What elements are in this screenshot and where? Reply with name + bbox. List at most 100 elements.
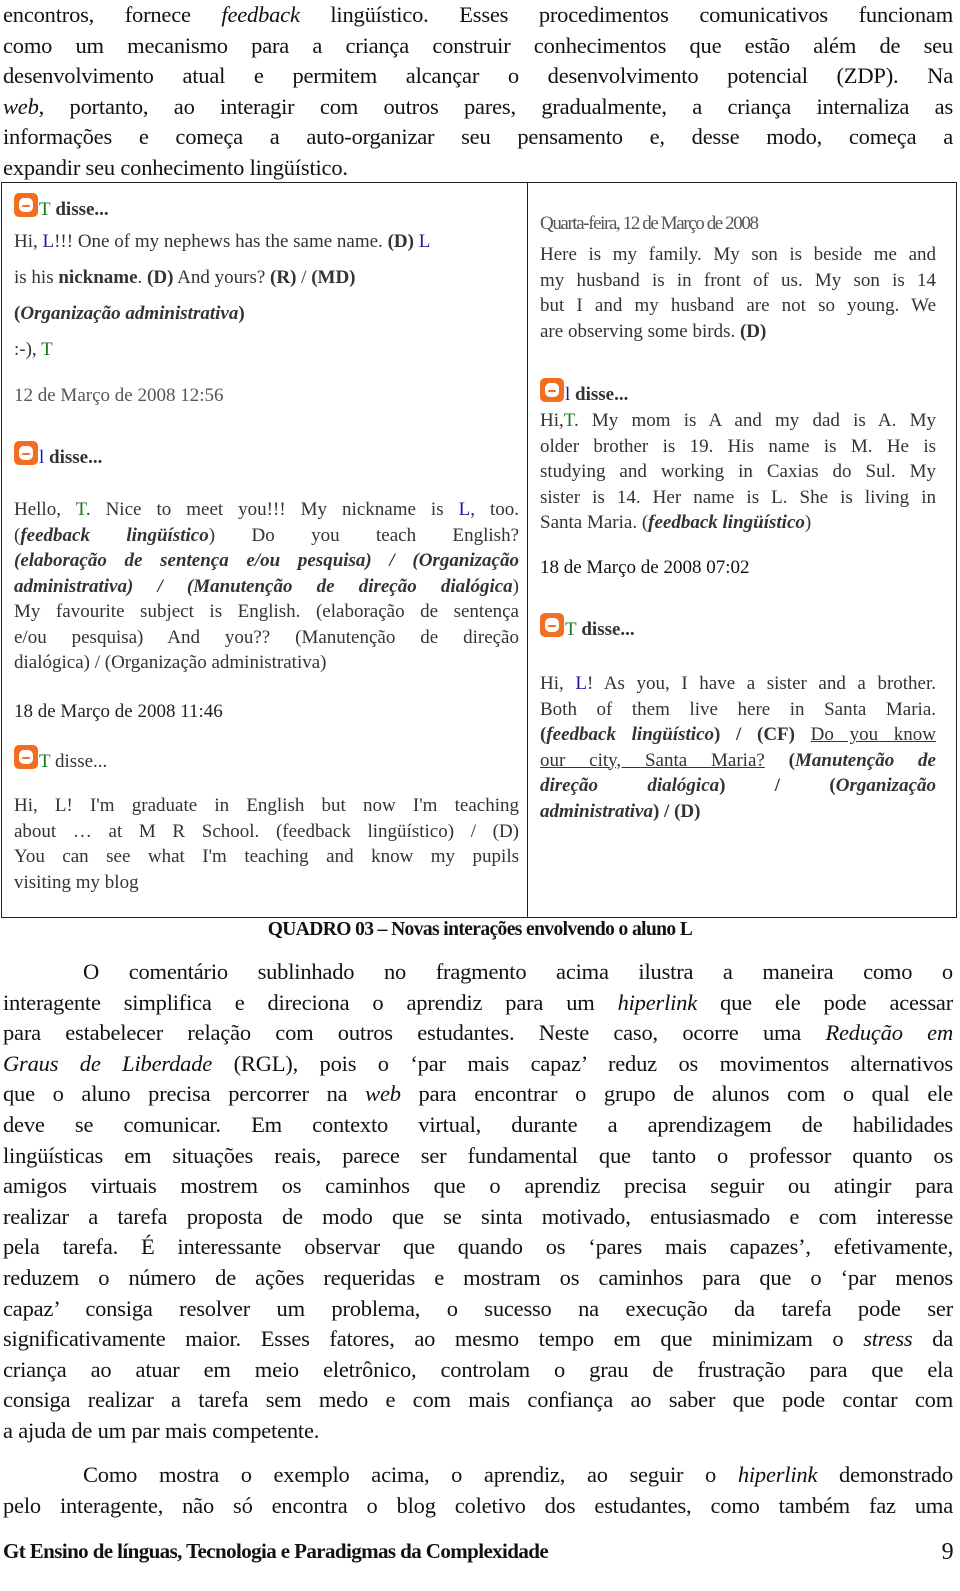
timestamp: 18 de Março de 2008 07:02 bbox=[540, 557, 750, 578]
code-tag: Manutenção de bbox=[794, 749, 936, 771]
comment-line: (feedback lingüístico) / (CF) Do you kno… bbox=[540, 724, 936, 745]
text-line: Como mostra o exemplo acima, o aprendiz,… bbox=[83, 1462, 954, 1487]
code-tag: direção dialógica bbox=[540, 775, 720, 796]
italic-term: web bbox=[365, 1081, 401, 1107]
italic-term: hiperlink bbox=[617, 989, 698, 1015]
underlined-question: our city, Santa Maria? bbox=[540, 749, 765, 771]
comment-line: studying and working in Caxias do Sul. M… bbox=[540, 461, 936, 482]
author-name[interactable]: T bbox=[565, 619, 577, 640]
code-tag: administrativa) / ( bbox=[14, 575, 194, 597]
code-tag: elaboração de sentença e/ou pesquisa) / … bbox=[20, 550, 519, 571]
comment-line: Santa Maria. (feedback lingüístico) bbox=[540, 510, 936, 536]
comment-t-1: T disse... Hi, L!!! One of my nephews ha… bbox=[14, 193, 519, 368]
comment-line: Hello, T. Nice to meet you!!! My nicknam… bbox=[14, 497, 519, 523]
post-line: my husband is in front of us. My son is … bbox=[540, 269, 936, 291]
comment-l-1: l disse... Hello, T. Nice to meet you!!!… bbox=[14, 441, 519, 676]
text-line: consiga realizar a tarefa sem medo e com… bbox=[3, 1387, 953, 1413]
comment-line: e/ou pesquisa) And you?? (Manutenção de … bbox=[14, 626, 519, 648]
italic-term: feedback bbox=[221, 2, 300, 27]
timestamp: 12 de Março de 2008 12:56 bbox=[14, 385, 224, 406]
italic-term: Graus de Liberdade bbox=[3, 1050, 213, 1076]
code-tag: Manutenção de direção dialógica bbox=[193, 575, 513, 597]
text: . bbox=[137, 267, 148, 288]
text: is his bbox=[14, 267, 59, 288]
text-line: deve se comunicar. Em contexto virtual, … bbox=[3, 1111, 953, 1137]
text-line: a ajuda de um par mais competente. bbox=[3, 1417, 320, 1443]
page-footer: Gt Ensino de línguas, Tecnologia e Parad… bbox=[3, 1539, 954, 1565]
text-line: significativamente maior. Esses fatores,… bbox=[3, 1326, 953, 1352]
table-caption: QUADRO 03 – Novas interações envolvendo … bbox=[267, 919, 693, 940]
text: Hi, bbox=[14, 231, 43, 252]
comment-line: (feedback lingüístico) Do you teach Engl… bbox=[14, 524, 520, 546]
text-line: realizar a tarefa proposta de modo que s… bbox=[3, 1203, 953, 1229]
post-date: Quarta-feira, 12 de Março de 2008 bbox=[540, 213, 759, 234]
italic-term: web bbox=[3, 93, 39, 119]
blogger-icon bbox=[540, 613, 564, 637]
text: are observing some birds. bbox=[540, 320, 740, 342]
comment-line: administrativa) / (Manutenção de direção… bbox=[14, 575, 519, 597]
text: ! As you, I have a sister and a brother. bbox=[586, 673, 937, 694]
text: Hi, bbox=[540, 410, 564, 431]
italic-term: hiperlink bbox=[737, 1462, 818, 1487]
code-tag: feedback lingüístico bbox=[20, 524, 209, 546]
italic-term: Redução em bbox=[825, 1020, 953, 1046]
comment-line: :-), T bbox=[14, 332, 519, 368]
text-line: pelo interagente, não só encontra o blog… bbox=[3, 1492, 953, 1518]
comment-line: Hi, L!!! One of my nephews has the same … bbox=[14, 224, 519, 260]
italic-term: stress bbox=[863, 1326, 913, 1352]
code-tag: (MD) bbox=[311, 267, 356, 288]
code-tag: (D) bbox=[387, 231, 414, 252]
comment-line: Hi, L! I'm graduate in English but now I… bbox=[14, 795, 519, 816]
comment-line: You can see what I'm teaching and know m… bbox=[14, 846, 519, 867]
column-divider bbox=[527, 183, 528, 917]
code-tag: (D) bbox=[147, 267, 174, 288]
comment-line: our city, Santa Maria? (Manutenção de bbox=[540, 749, 936, 771]
text: !!! One of my nephews has the same name. bbox=[54, 231, 388, 252]
author-name[interactable]: T bbox=[39, 199, 51, 220]
comment-line: about … at M R School. (feedback lingüís… bbox=[14, 820, 519, 842]
code-tag: administrativa bbox=[540, 800, 653, 822]
text-line: O comentário sublinhado no fragmento aci… bbox=[83, 959, 953, 984]
name-l: L bbox=[42, 231, 55, 252]
post-line: but I and my husband are not so young. W… bbox=[540, 295, 936, 316]
text: , too. bbox=[470, 499, 519, 520]
body-paragraph-2: Como mostra o exemplo acima, o aprendiz,… bbox=[3, 1460, 953, 1521]
text: ) bbox=[238, 303, 245, 324]
text-line: pela tarefa. É interessante observar que… bbox=[3, 1234, 953, 1260]
underlined-question: Do you know bbox=[810, 724, 936, 745]
post-line: are observing some birds. (D) bbox=[540, 319, 936, 345]
text: ) bbox=[804, 512, 812, 533]
comment-line: dialógica) / (Organização administrativa… bbox=[14, 652, 327, 673]
comment-l-2: l disse... Hi,T. My mom is A and my dad … bbox=[540, 378, 936, 536]
comment-line: (Organização administrativa) bbox=[14, 296, 519, 332]
comment-line: is his nickname. (D) And yours? (R) / (M… bbox=[14, 260, 519, 296]
text-bold: nickname bbox=[58, 267, 138, 288]
name-t: T bbox=[563, 410, 574, 431]
blogger-icon bbox=[14, 193, 38, 217]
said-label: disse... bbox=[570, 384, 629, 405]
code-tag: feedback lingüístico bbox=[546, 724, 714, 745]
text-line: criança ao atuar em meio eletrônico, con… bbox=[3, 1356, 953, 1382]
name-l: L bbox=[575, 673, 587, 694]
text-line: web, portanto, ao interagir com outros p… bbox=[3, 93, 953, 119]
text: :-), bbox=[14, 339, 42, 360]
text-line: expandir seu conhecimento lingüístico. bbox=[3, 154, 348, 180]
comment-line: Both of them live here in Santa Maria. bbox=[540, 698, 936, 720]
comment-line: administrativa) / (D) bbox=[540, 799, 936, 825]
text: / bbox=[296, 267, 312, 288]
code-tag: feedback lingüístico bbox=[648, 512, 805, 533]
text-line: reduzem o número de ações requeridas e m… bbox=[3, 1264, 953, 1290]
text-line: como um mecanismo para a criança constru… bbox=[3, 32, 953, 58]
text-line: informações e começa a auto-organizar se… bbox=[3, 124, 953, 150]
blogger-icon bbox=[14, 745, 38, 769]
footer-title: Gt Ensino de línguas, Tecnologia e Parad… bbox=[3, 1539, 549, 1563]
name-l: L bbox=[418, 231, 431, 252]
comment-line: Hi, L! As you, I have a sister and a bro… bbox=[540, 671, 936, 697]
code-tag: ) / (CF) bbox=[714, 724, 811, 745]
body-paragraph-1: O comentário sublinhado no fragmento aci… bbox=[3, 957, 953, 1447]
blogger-icon bbox=[540, 378, 564, 402]
text-line: capaz’ consiga resolver um problema, o s… bbox=[3, 1295, 953, 1321]
code-tag: (R) bbox=[270, 267, 297, 288]
said-label: disse... bbox=[50, 751, 108, 772]
author-name[interactable]: T bbox=[39, 751, 50, 772]
